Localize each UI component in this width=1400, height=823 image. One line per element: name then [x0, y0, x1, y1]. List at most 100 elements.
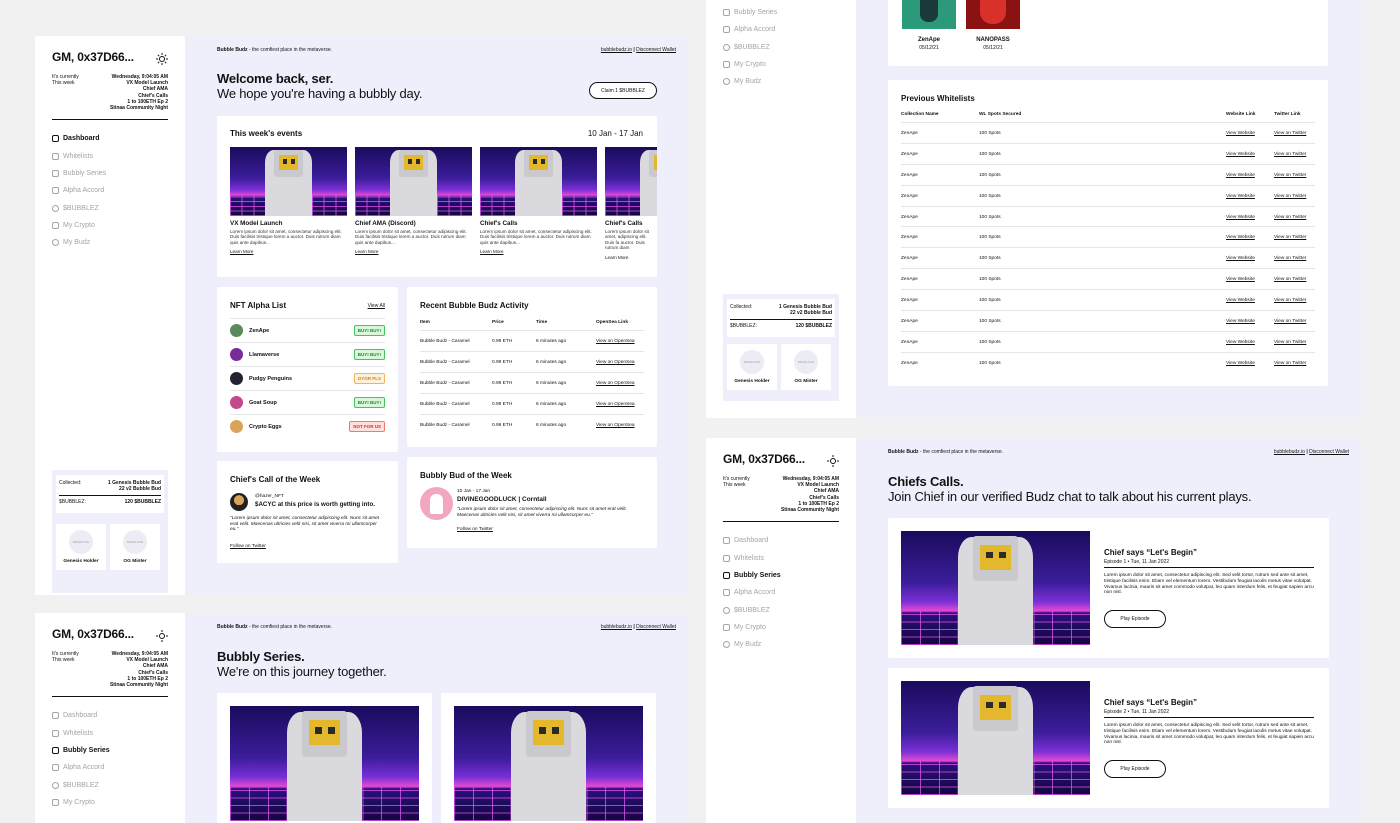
website-link[interactable]: View Website: [1226, 173, 1255, 178]
twitter-link[interactable]: View on Twitter: [1274, 152, 1306, 157]
website-link[interactable]: View Website: [1226, 152, 1255, 157]
event-card[interactable]: VX Model Launch Lorem ipsum dolor sit am…: [230, 147, 347, 254]
twitter-link[interactable]: View on Twitter: [1274, 173, 1306, 178]
current-whitelists-card: ZenApe 05/12/21 NANOPASS 05/12/21: [888, 0, 1328, 66]
nav-dashboard[interactable]: Dashboard: [723, 532, 839, 549]
learn-more-link[interactable]: Learn More: [355, 249, 472, 254]
alpha-list-item[interactable]: Goat Soup BUY! BUY!: [230, 390, 385, 414]
nav-bubblez[interactable]: $BUBBLEZ: [52, 199, 168, 216]
theme-toggle-icon[interactable]: [156, 630, 168, 642]
nav-whitelists[interactable]: Whitelists: [52, 725, 168, 742]
alpha-list-item[interactable]: Llamaverse BUY! BUY!: [230, 342, 385, 366]
nav-dashboard[interactable]: Dashboard: [52, 130, 168, 147]
website-link[interactable]: View Website: [1226, 298, 1255, 303]
twitter-link[interactable]: View on Twitter: [1274, 215, 1306, 220]
table-cell: ZenApe: [901, 319, 918, 325]
nav-alpha-accord[interactable]: Alpha Accord: [723, 21, 839, 38]
nav-my-crypto[interactable]: My Crypto: [52, 794, 168, 811]
website-link[interactable]: View Website: [1226, 235, 1255, 240]
nav-whitelists[interactable]: Whitelists: [52, 148, 168, 165]
website-link[interactable]: View Website: [1226, 277, 1255, 282]
collected-label: Collected:: [59, 480, 82, 486]
website-link[interactable]: View Website: [1226, 131, 1255, 136]
nav-my-crypto[interactable]: My Crypto: [723, 619, 839, 636]
nav-dashboard[interactable]: Dashboard: [52, 707, 168, 724]
site-link[interactable]: bubblebudz.io: [601, 47, 632, 53]
twitter-link[interactable]: View on Twitter: [1274, 256, 1306, 261]
episode-title: Chief says “Let's Begin”: [1104, 698, 1198, 707]
website-link[interactable]: View Website: [1226, 215, 1255, 220]
nav-my-crypto[interactable]: My Crypto: [723, 56, 839, 73]
view-all-link[interactable]: View All: [368, 303, 385, 309]
nav-bubbly-series[interactable]: Bubbly Series: [52, 165, 168, 182]
table-cell: Bubble Budz - Caramel: [420, 339, 470, 344]
twitter-link[interactable]: View on Twitter: [1274, 340, 1306, 345]
nav-my-crypto[interactable]: My Crypto: [52, 217, 168, 234]
nav-bubblez[interactable]: $BUBBLEZ: [723, 601, 839, 618]
website-link[interactable]: View Website: [1226, 319, 1255, 324]
learn-more-link[interactable]: Learn More: [605, 255, 657, 260]
twitter-link[interactable]: View on Twitter: [1274, 361, 1306, 366]
event-card[interactable]: Chief's Calls Lorem ipsum dolor sit amet…: [480, 147, 597, 254]
nav-alpha-accord[interactable]: Alpha Accord: [52, 759, 168, 776]
twitter-link[interactable]: View on Twitter: [1274, 131, 1306, 136]
play-episode-button[interactable]: Play Episode: [1104, 610, 1166, 628]
claim-button[interactable]: Claim 1 $BUBBLEZ: [589, 82, 657, 99]
follow-twitter-link[interactable]: Follow on Twitter: [457, 527, 493, 532]
play-episode-button[interactable]: Play Episode: [1104, 760, 1166, 778]
alpha-list-item[interactable]: Crypto Eggs NOT FOR US: [230, 414, 385, 438]
website-link[interactable]: View Website: [1226, 361, 1255, 366]
nav-alpha-accord[interactable]: Alpha Accord: [52, 182, 168, 199]
opensea-link[interactable]: View on OpenSea: [596, 402, 635, 407]
disconnect-link[interactable]: Disconnect Wallet: [636, 624, 676, 630]
nav-whitelists[interactable]: Whitelists: [723, 550, 839, 567]
table-cell: 100 Spots: [979, 277, 1001, 283]
opensea-link[interactable]: View on OpenSea: [596, 381, 635, 386]
nav-bubbly-series[interactable]: Bubbly Series: [723, 567, 839, 584]
follow-twitter-link[interactable]: Follow on Twitter: [230, 544, 266, 549]
twitter-link[interactable]: View on Twitter: [1274, 277, 1306, 282]
table-cell: ZenApe: [901, 193, 918, 199]
website-link[interactable]: View Website: [1226, 256, 1255, 261]
opensea-link[interactable]: View on OpenSea: [596, 339, 635, 344]
episode-body: Lorem ipsum dolor sit amet, consectetur …: [1104, 573, 1314, 596]
nav-my-budz[interactable]: My Budz: [723, 636, 839, 653]
theme-toggle-icon[interactable]: [156, 53, 168, 65]
badge-og-minter: BADGE ICON OG Minter: [781, 344, 831, 390]
twitter-link[interactable]: View on Twitter: [1274, 194, 1306, 199]
disconnect-link[interactable]: Disconnect Wallet: [636, 47, 676, 53]
site-link[interactable]: bubblebudz.io: [1274, 449, 1305, 455]
nav-bubbly-series[interactable]: Bubbly Series: [723, 4, 839, 21]
episode-card[interactable]: [441, 693, 656, 823]
website-link[interactable]: View Website: [1226, 340, 1255, 345]
theme-toggle-icon[interactable]: [827, 455, 839, 467]
table-cell: 6 minutes ago: [536, 339, 567, 344]
opensea-link[interactable]: View on OpenSea: [596, 423, 635, 428]
nav-my-budz[interactable]: My Budz: [723, 73, 839, 90]
site-link[interactable]: bubblebudz.io: [601, 624, 632, 630]
nav-alpha-accord[interactable]: Alpha Accord: [723, 584, 839, 601]
disconnect-link[interactable]: Disconnect Wallet: [1309, 449, 1349, 455]
event-card[interactable]: Chief's Calls Lorem ipsum dolor sit amet…: [605, 147, 657, 260]
nft-avatar: [230, 324, 243, 337]
nav-bubbly-series[interactable]: Bubbly Series: [52, 742, 168, 759]
website-link[interactable]: View Website: [1226, 194, 1255, 199]
alpha-list-item[interactable]: Pudgy Penguins DYOR PLS: [230, 366, 385, 390]
page-title: Chiefs Calls.: [888, 474, 964, 489]
event-card[interactable]: Chief AMA (Discord) Lorem ipsum dolor si…: [355, 147, 472, 254]
twitter-link[interactable]: View on Twitter: [1274, 319, 1306, 324]
episode-card[interactable]: [217, 693, 432, 823]
nav-bubblez[interactable]: $BUBBLEZ: [723, 39, 839, 56]
twitter-link[interactable]: View on Twitter: [1274, 235, 1306, 240]
nav-bubblez[interactable]: $BUBBLEZ: [52, 776, 168, 793]
table-row: ZenApe 100 Spots View Website View on Twitt…: [901, 247, 1315, 268]
alpha-list-item[interactable]: ZenApe BUY! BUY!: [230, 318, 385, 342]
opensea-link[interactable]: View on OpenSea: [596, 360, 635, 365]
learn-more-link[interactable]: Learn More: [230, 249, 347, 254]
learn-more-link[interactable]: Learn More: [480, 249, 597, 254]
twitter-link[interactable]: View on Twitter: [1274, 298, 1306, 303]
table-cell: 100 Spots: [979, 172, 1001, 178]
table-row: ZenApe 100 Spots View Website View on Twitt…: [901, 330, 1315, 352]
page-subtitle: We hope you're having a bubbly day.: [217, 86, 423, 101]
nav-my-budz[interactable]: My Budz: [52, 234, 168, 251]
